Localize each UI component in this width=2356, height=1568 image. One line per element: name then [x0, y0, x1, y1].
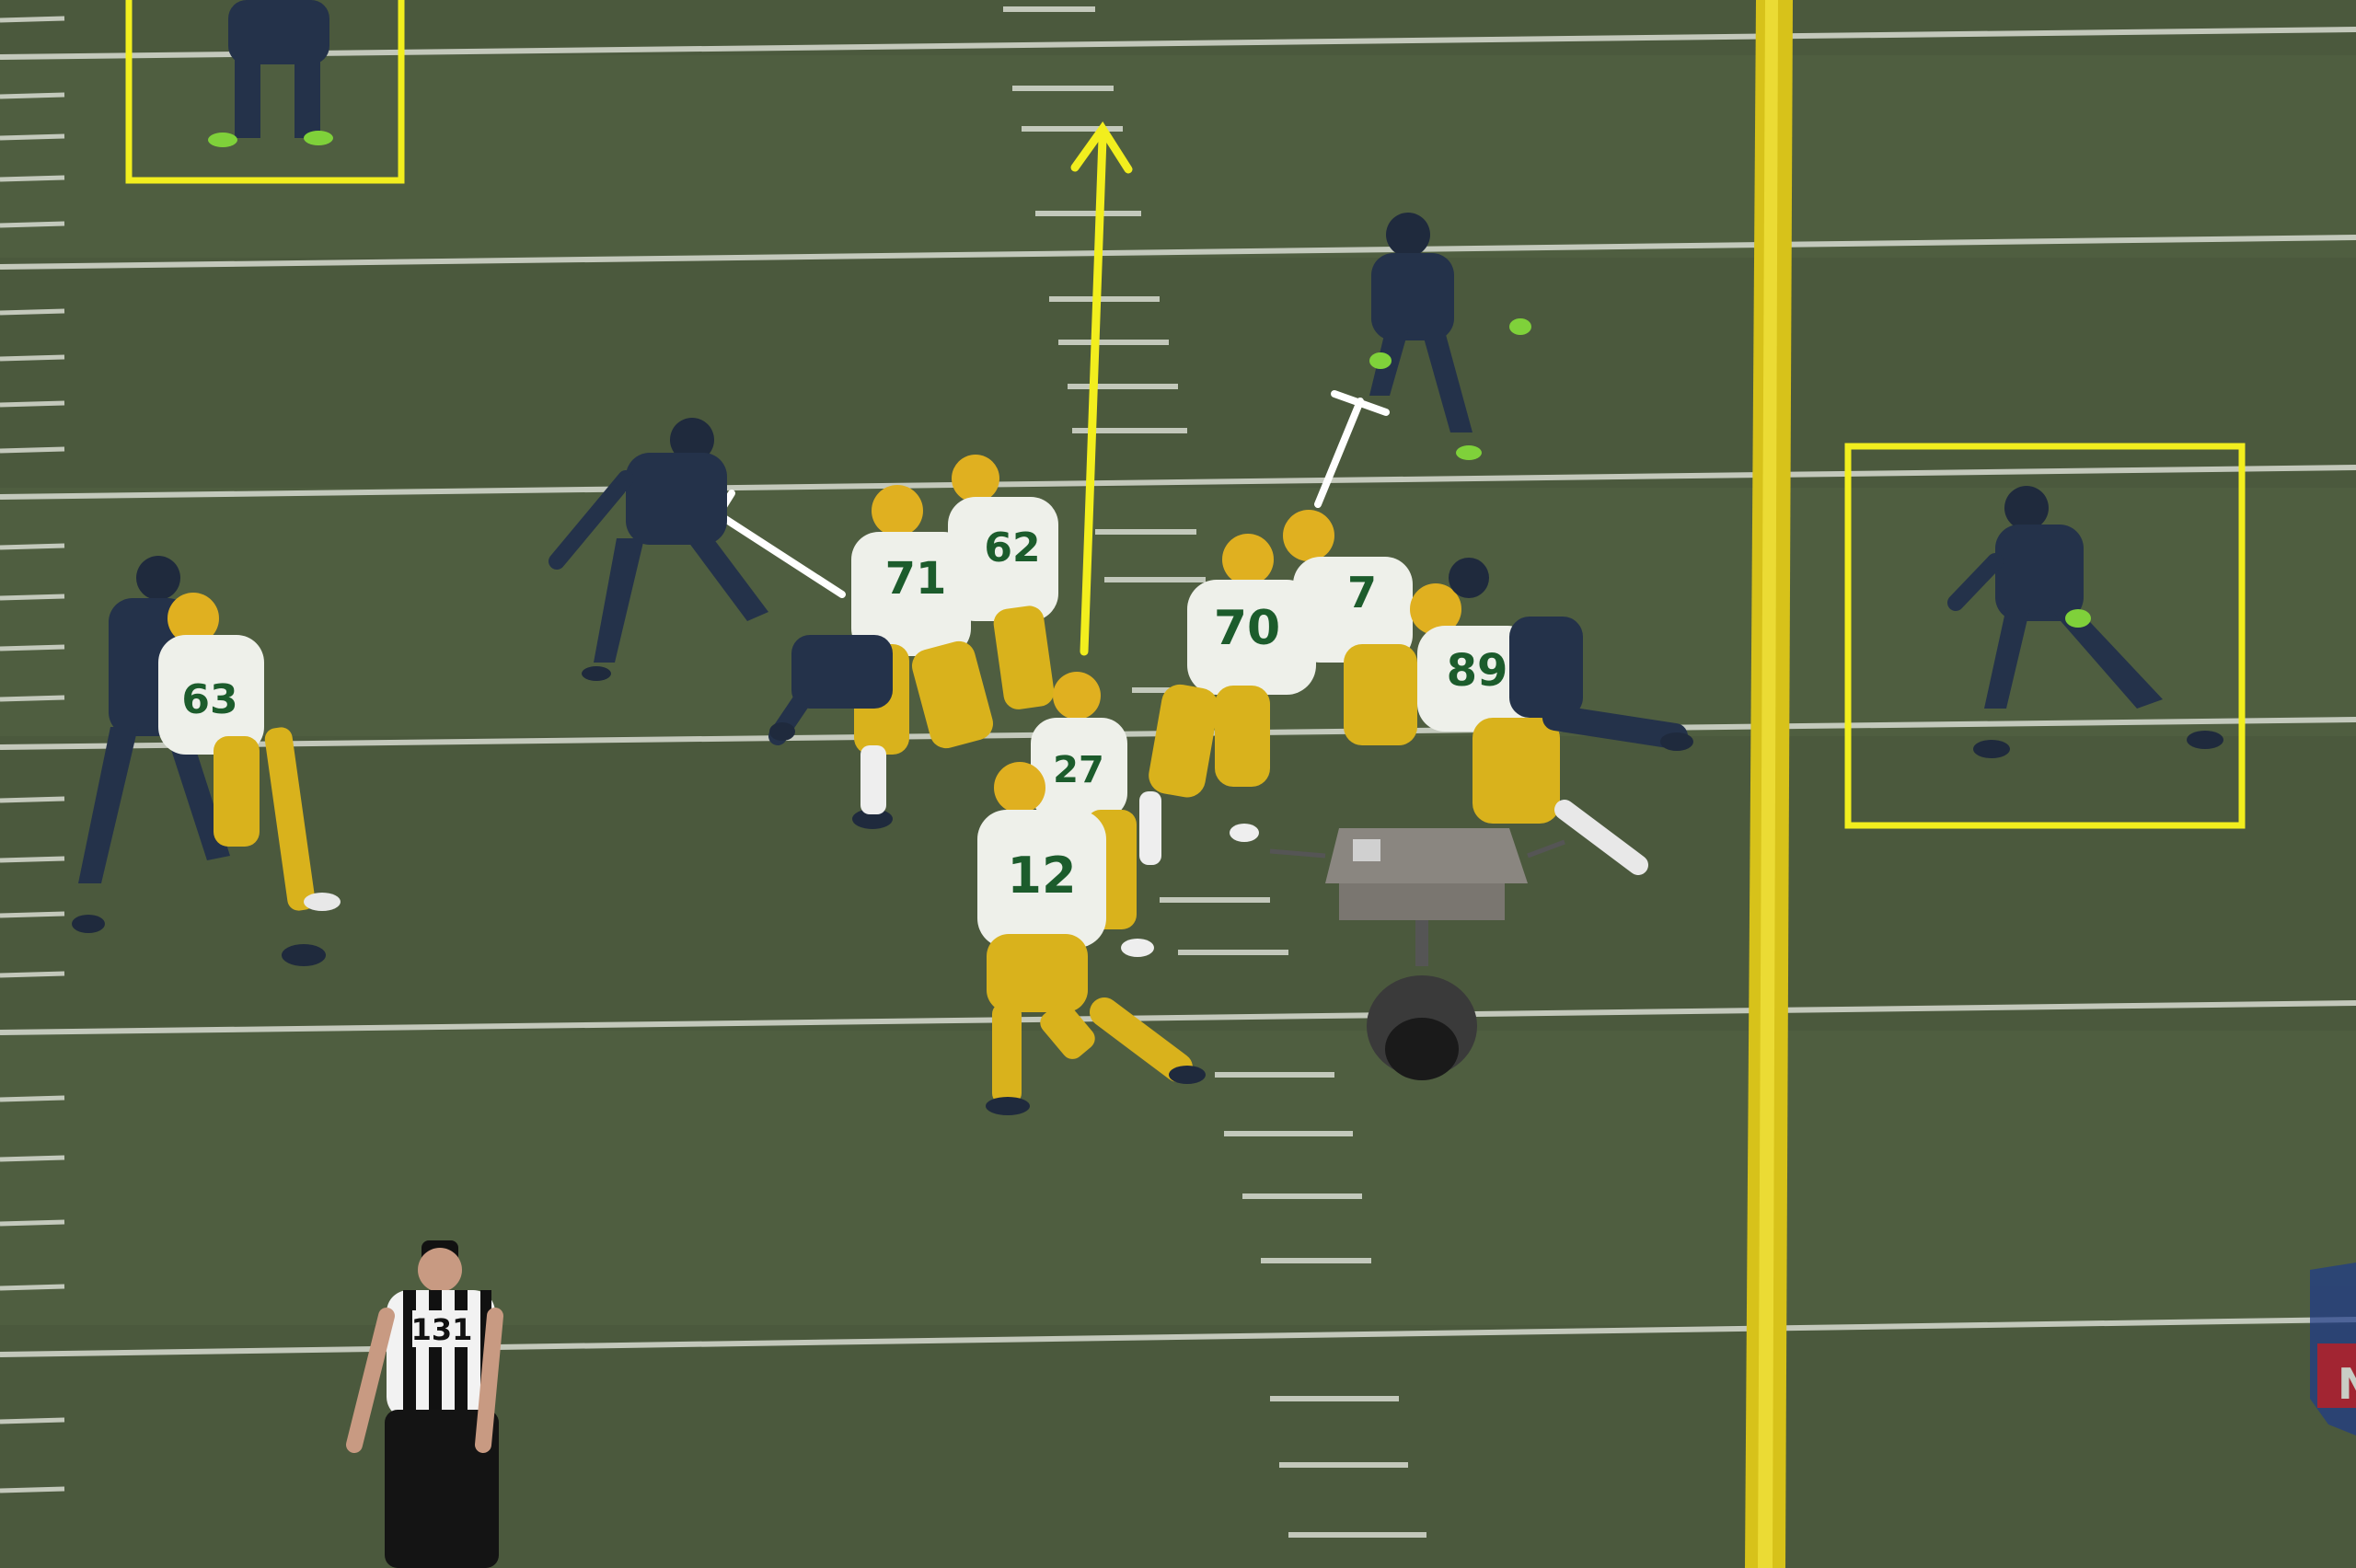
jersey-number: 71 [885, 553, 947, 605]
jersey-number: 7 [1347, 568, 1377, 617]
jersey-number: 62 [984, 525, 1040, 571]
jersey-number: 27 [1053, 749, 1104, 791]
football-field-scene: 63 71 62 27 70 7 89 12 131 N [0, 0, 2356, 1568]
jersey-number: 63 [181, 676, 237, 723]
official-number: 131 [411, 1312, 473, 1347]
jersey-number: 12 [1007, 847, 1076, 905]
nfl-logo-text: NFL [2338, 1359, 2356, 1409]
jersey-number: 89 [1447, 645, 1508, 697]
jersey-number: 70 [1214, 601, 1280, 656]
